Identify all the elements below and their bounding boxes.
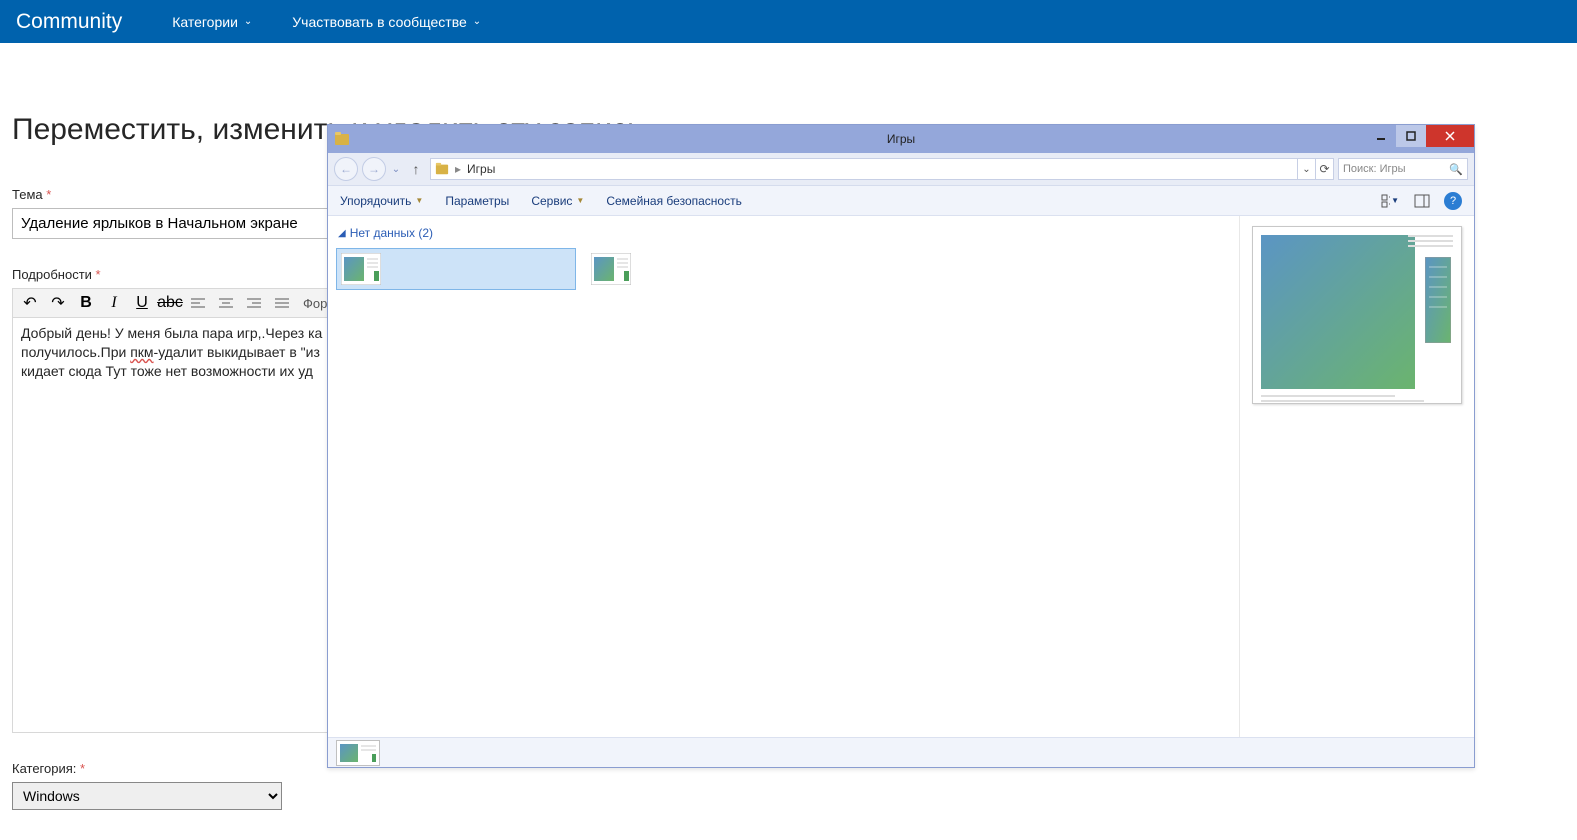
view-options-button[interactable]: ▼ — [1380, 191, 1400, 211]
dropdown-icon: ▼ — [576, 196, 584, 205]
category-label-text: Категория: — [12, 761, 76, 776]
nav-categories-label: Категории — [172, 14, 238, 30]
window-buttons — [1366, 125, 1474, 147]
minimize-button[interactable] — [1366, 125, 1396, 147]
file-item[interactable] — [336, 248, 576, 290]
status-bar — [328, 737, 1474, 767]
family-safety-label: Семейная безопасность — [606, 194, 742, 208]
preview-image — [1261, 235, 1415, 389]
undo-button[interactable]: ↶ — [17, 291, 43, 315]
file-item[interactable] — [586, 248, 636, 290]
organize-menu[interactable]: Упорядочить ▼ — [340, 194, 423, 208]
breadcrumb-separator-icon: ▸ — [455, 162, 461, 176]
details-label-text: Подробности — [12, 267, 92, 282]
brand-label[interactable]: Community — [16, 10, 122, 34]
italic-button[interactable]: I — [101, 291, 127, 315]
align-center-button[interactable] — [213, 291, 239, 315]
align-justify-button[interactable] — [269, 291, 295, 315]
body-line2a: получилось.При — [21, 344, 130, 360]
up-button[interactable]: ↑ — [406, 161, 426, 177]
align-left-button[interactable] — [185, 291, 211, 315]
breadcrumb-games[interactable]: Игры — [467, 162, 495, 176]
top-navigation: Community Категории ⌄ Участвовать в сооб… — [0, 0, 1577, 43]
game-thumb-icon — [341, 253, 381, 285]
recent-dropdown[interactable]: ⌄ — [390, 164, 402, 175]
chevron-down-icon: ⌄ — [244, 16, 252, 27]
dropdown-icon: ▼ — [1391, 196, 1399, 205]
preview-pane-button[interactable] — [1412, 191, 1432, 211]
help-button[interactable]: ? — [1444, 192, 1462, 210]
group-header-text: Нет данных (2) — [350, 226, 433, 240]
align-right-button[interactable] — [241, 291, 267, 315]
format-dropdown-label[interactable]: Фор — [297, 296, 327, 311]
underline-button[interactable]: U — [129, 291, 155, 315]
address-bar[interactable]: ▸ Игры ⌄ ⟳ — [430, 158, 1334, 180]
address-bar-row: ← → ⌄ ↑ ▸ Игры ⌄ ⟳ Поиск: Игры 🔍 — [328, 153, 1474, 186]
service-menu[interactable]: Сервис ▼ — [531, 194, 584, 208]
preview-thumbnail — [1252, 226, 1462, 404]
search-placeholder: Поиск: Игры — [1343, 163, 1406, 175]
address-history-dropdown[interactable]: ⌄ — [1298, 159, 1315, 179]
family-safety-menu[interactable]: Семейная безопасность — [606, 194, 742, 208]
command-bar: Упорядочить ▼ Параметры Сервис ▼ Семейна… — [328, 186, 1474, 216]
required-asterisk: * — [80, 761, 85, 776]
games-folder-icon — [435, 162, 449, 176]
file-list[interactable]: ◢ Нет данных (2) — [328, 216, 1240, 737]
required-asterisk: * — [46, 187, 51, 202]
forward-button[interactable]: → — [362, 157, 386, 181]
preview-sidebar-icon — [1425, 257, 1451, 343]
organize-label: Упорядочить — [340, 194, 411, 208]
service-label: Сервис — [531, 194, 572, 208]
strike-button[interactable]: abc — [157, 291, 183, 315]
explorer-body: ◢ Нет данных (2) — [328, 216, 1474, 737]
body-line1: Добрый день! У меня была пара игр,.Через… — [21, 325, 322, 341]
address-dropdown: ⌄ ⟳ — [1297, 159, 1333, 179]
nav-participate[interactable]: Участвовать в сообществе ⌄ — [292, 14, 481, 30]
preview-pane — [1240, 216, 1474, 737]
collapse-icon: ◢ — [338, 228, 346, 239]
game-thumb-icon — [591, 253, 631, 285]
body-spellerror: пкм — [130, 344, 153, 360]
parameters-label: Параметры — [445, 194, 509, 208]
search-input[interactable]: Поиск: Игры 🔍 — [1338, 158, 1468, 180]
status-thumb-icon — [336, 740, 380, 766]
window-title: Игры — [328, 132, 1474, 146]
parameters-menu[interactable]: Параметры — [445, 194, 509, 208]
nav-participate-label: Участвовать в сообществе — [292, 14, 467, 30]
close-button[interactable] — [1426, 125, 1474, 147]
dropdown-icon: ▼ — [415, 196, 423, 205]
chevron-down-icon: ⌄ — [473, 16, 481, 27]
back-button[interactable]: ← — [334, 157, 358, 181]
category-select[interactable]: Windows — [12, 782, 282, 810]
preview-text-lines — [1408, 235, 1453, 250]
required-asterisk: * — [96, 267, 101, 282]
group-header[interactable]: ◢ Нет данных (2) — [338, 226, 1231, 240]
search-icon: 🔍 — [1449, 163, 1463, 176]
body-line2b: -удалит выкидывает в "из — [154, 344, 320, 360]
explorer-window: Игры ← → ⌄ ↑ ▸ Игры ⌄ ⟳ Поис — [327, 124, 1475, 768]
preview-footer-lines — [1261, 395, 1453, 405]
bold-button[interactable]: B — [73, 291, 99, 315]
maximize-button[interactable] — [1396, 125, 1426, 147]
redo-button[interactable]: ↷ — [45, 291, 71, 315]
topic-label-text: Тема — [12, 187, 43, 202]
window-titlebar[interactable]: Игры — [328, 125, 1474, 153]
body-line3: кидает сюда Тут тоже нет возможности их … — [21, 363, 313, 379]
refresh-button[interactable]: ⟳ — [1315, 159, 1333, 179]
nav-categories[interactable]: Категории ⌄ — [172, 14, 252, 30]
